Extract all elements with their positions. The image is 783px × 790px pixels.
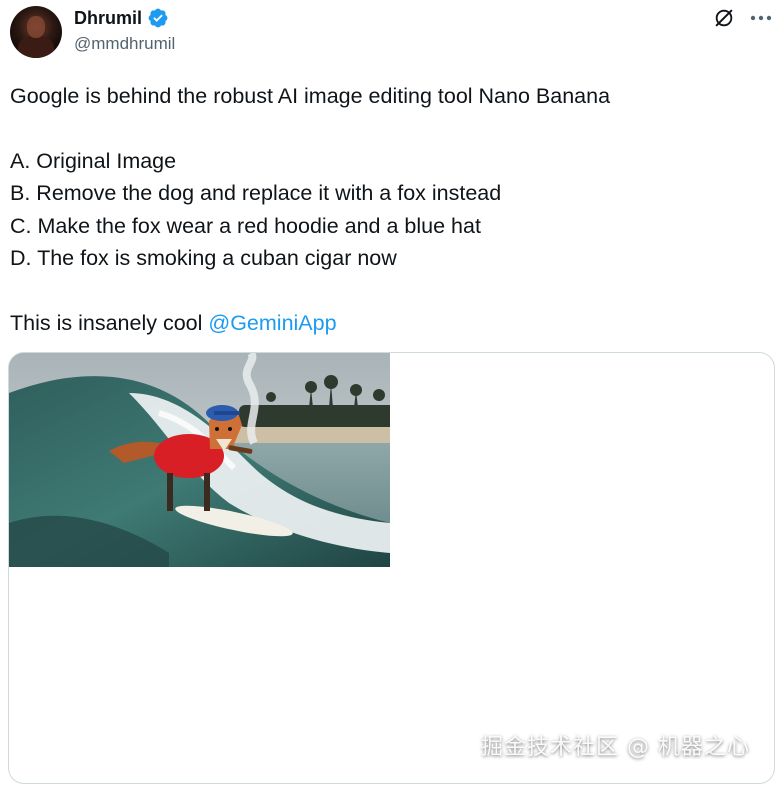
- media-grid[interactable]: 掘金技术社区 @ 机器之心: [8, 352, 775, 784]
- top-actions: [713, 6, 773, 30]
- grok-icon[interactable]: [713, 7, 735, 29]
- display-name[interactable]: Dhrumil: [74, 8, 142, 29]
- image-tile-cigar[interactable]: [9, 353, 390, 567]
- tweet-closing: This is insanely cool: [10, 310, 209, 335]
- tweet-intro: Google is behind the robust AI image edi…: [10, 84, 611, 108]
- author-name-row[interactable]: Dhrumil: [74, 7, 169, 29]
- tweet-step-d: D. The fox is smoking a cuban cigar now: [10, 245, 397, 270]
- avatar[interactable]: [10, 6, 62, 58]
- verified-badge-icon: [148, 8, 168, 28]
- author-handle[interactable]: @mmdhrumil: [74, 34, 175, 54]
- tweet-step-b: B. Remove the dog and replace it with a …: [10, 181, 502, 206]
- mention-link[interactable]: @GeminiApp: [208, 311, 336, 335]
- watermark: 掘金技术社区 @ 机器之心: [481, 735, 750, 760]
- tweet-text: Google is behind the robust AI image edi…: [10, 80, 770, 339]
- tweet-step-c: C. Make the fox wear a red hoodie and a …: [10, 213, 481, 238]
- tweet-step-a: A. Original Image: [10, 148, 177, 173]
- more-icon[interactable]: [749, 6, 773, 30]
- tweet-closing-line: This is insanely cool @GeminiApp: [10, 307, 770, 339]
